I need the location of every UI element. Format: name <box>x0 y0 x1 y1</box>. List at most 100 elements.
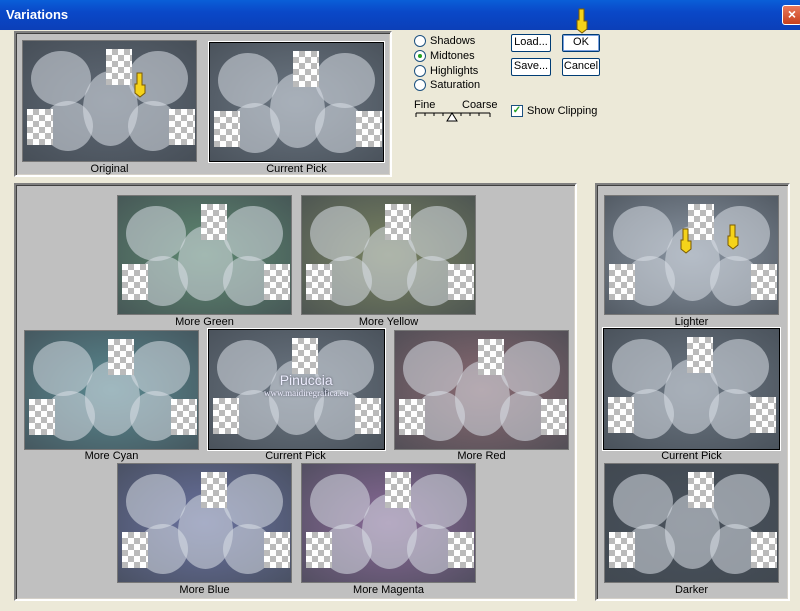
transparency-pattern <box>448 264 474 300</box>
transparency-pattern <box>688 472 714 508</box>
transparency-pattern <box>214 111 240 147</box>
transparency-pattern <box>171 399 197 435</box>
more-blue-label: More Blue <box>179 584 230 596</box>
more-red-label: More Red <box>457 450 506 462</box>
image-shape <box>310 206 370 261</box>
more-yellow-thumbnail[interactable] <box>301 195 476 315</box>
radio-label: Highlights <box>430 65 479 77</box>
title-bar: Variations × <box>0 0 800 30</box>
transparency-pattern <box>213 398 239 434</box>
more-green-thumbnail[interactable] <box>117 195 292 315</box>
lighter-label: Lighter <box>674 316 709 328</box>
show-clipping-checkbox[interactable]: ✓ Show Clipping <box>511 104 597 118</box>
radio-button[interactable] <box>414 35 426 47</box>
lightness-current-pick-label: Current Pick <box>661 450 722 462</box>
transparency-pattern <box>355 398 381 434</box>
slider-thumb <box>446 112 458 122</box>
pointing-hand-icon <box>680 228 692 254</box>
transparency-pattern <box>608 397 634 433</box>
more-blue-thumbnail[interactable] <box>117 463 292 583</box>
transparency-pattern <box>29 399 55 435</box>
transparency-pattern <box>108 339 134 375</box>
more-magenta-thumbnail[interactable] <box>301 463 476 583</box>
transparency-pattern <box>448 532 474 568</box>
transparency-pattern <box>292 338 318 374</box>
darker-label: Darker <box>674 584 708 596</box>
more-magenta-label: More Magenta <box>353 584 424 596</box>
image-shape <box>613 474 673 529</box>
radio-label: Shadows <box>430 35 476 47</box>
watermark-url: www.maidiregrafica.eu <box>264 388 349 398</box>
radio-saturation[interactable]: Saturation <box>414 78 480 92</box>
load-button[interactable]: Load... <box>511 34 551 52</box>
current-pick-label: Current Pick <box>266 163 327 175</box>
transparency-pattern <box>356 111 382 147</box>
transparency-pattern <box>169 109 195 145</box>
transparency-pattern <box>399 399 425 435</box>
transparency-pattern <box>122 264 148 300</box>
save-button[interactable]: Save... <box>511 58 551 76</box>
radio-midtones[interactable]: Midtones <box>414 49 475 63</box>
transparency-pattern <box>306 264 332 300</box>
pointing-hand-icon <box>727 224 739 250</box>
radio-button[interactable] <box>414 65 426 77</box>
watermark-name: Pinuccia <box>279 372 333 388</box>
transparency-pattern <box>751 532 777 568</box>
image-shape <box>218 53 278 108</box>
show-clipping-label: Show Clipping <box>527 105 598 117</box>
transparency-pattern <box>687 337 713 373</box>
image-shape <box>613 206 673 261</box>
transparency-pattern <box>609 532 635 568</box>
transparency-pattern <box>385 204 411 240</box>
transparency-pattern <box>541 399 567 435</box>
image-shape <box>126 206 186 261</box>
transparency-pattern <box>293 51 319 87</box>
transparency-pattern <box>264 264 290 300</box>
transparency-pattern <box>478 339 504 375</box>
transparency-pattern <box>201 472 227 508</box>
ok-button[interactable]: OK <box>562 34 600 52</box>
transparency-pattern <box>27 109 53 145</box>
transparency-pattern <box>201 204 227 240</box>
image-shape <box>126 474 186 529</box>
coarseness-slider[interactable] <box>414 110 494 124</box>
watermark: Pinuccia www.maidiregrafica.eu <box>264 372 348 398</box>
radio-shadows[interactable]: Shadows <box>414 34 475 48</box>
radio-label: Saturation <box>430 79 481 91</box>
original-label: Original <box>90 163 129 175</box>
transparency-pattern <box>306 532 332 568</box>
window-title: Variations <box>6 7 69 22</box>
image-shape <box>403 341 463 396</box>
pointing-hand-icon <box>576 8 588 34</box>
radio-highlights[interactable]: Highlights <box>414 64 478 78</box>
radio-button[interactable] <box>414 79 426 91</box>
radio-button[interactable] <box>414 50 426 62</box>
transparency-pattern <box>750 397 776 433</box>
lightness-current-pick-thumbnail[interactable] <box>603 328 780 450</box>
image-shape <box>310 474 370 529</box>
more-cyan-thumbnail[interactable] <box>24 330 199 450</box>
more-yellow-label: More Yellow <box>358 316 419 328</box>
pointing-hand-icon <box>134 72 146 98</box>
close-button[interactable]: × <box>782 5 800 25</box>
image-shape <box>612 339 672 394</box>
original-thumbnail <box>22 40 197 162</box>
more-green-label: More Green <box>175 316 234 328</box>
more-cyan-label: More Cyan <box>84 450 139 462</box>
transparency-pattern <box>751 264 777 300</box>
checkbox-box[interactable]: ✓ <box>511 105 523 117</box>
cancel-button[interactable]: Cancel <box>562 58 600 76</box>
transparency-pattern <box>264 532 290 568</box>
grid-current-pick-label: Current Pick <box>265 450 326 462</box>
image-shape <box>31 51 91 106</box>
transparency-pattern <box>106 49 132 85</box>
lighter-thumbnail[interactable] <box>604 195 779 315</box>
more-red-thumbnail[interactable] <box>394 330 569 450</box>
transparency-pattern <box>122 532 148 568</box>
radio-label: Midtones <box>430 50 475 62</box>
transparency-pattern <box>385 472 411 508</box>
darker-thumbnail[interactable] <box>604 463 779 583</box>
current-pick-thumbnail[interactable] <box>209 42 384 162</box>
image-shape <box>33 341 93 396</box>
transparency-pattern <box>609 264 635 300</box>
